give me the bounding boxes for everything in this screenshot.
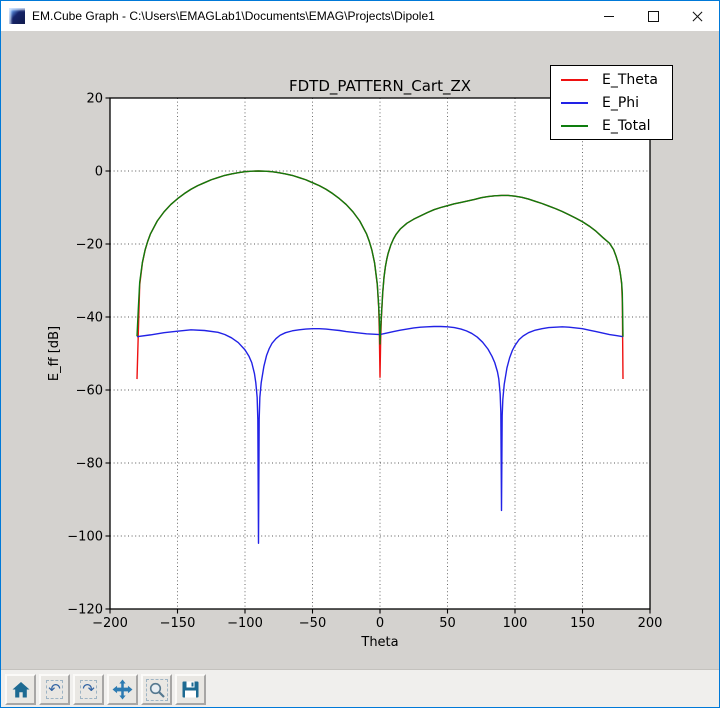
x-tick-label: −200 bbox=[92, 616, 128, 631]
zoom-button[interactable] bbox=[141, 674, 172, 705]
x-tick-label: 150 bbox=[570, 616, 595, 631]
app-icon bbox=[9, 8, 25, 24]
x-tick-label: 50 bbox=[439, 616, 456, 631]
legend-line-sample bbox=[561, 102, 588, 104]
back-button[interactable]: ↶ bbox=[39, 674, 70, 705]
y-tick-label: −100 bbox=[67, 530, 103, 545]
x-tick-label: −150 bbox=[160, 616, 196, 631]
pan-arrows-icon bbox=[112, 679, 133, 700]
toolbar: ↶↷ bbox=[1, 669, 720, 708]
home-icon bbox=[11, 680, 31, 700]
y-axis-label: E_ff [dB] bbox=[47, 326, 62, 381]
x-tick-label: 200 bbox=[638, 616, 663, 631]
y-tick-label: −60 bbox=[76, 384, 103, 399]
pan-button[interactable] bbox=[107, 674, 138, 705]
legend-label: E_Phi bbox=[602, 95, 639, 111]
legend-entry: E_Theta bbox=[551, 68, 672, 91]
maximize-icon bbox=[648, 11, 659, 22]
save-floppy-icon bbox=[181, 680, 200, 699]
save-button[interactable] bbox=[175, 674, 206, 705]
legend: E_Theta E_Phi E_Total bbox=[550, 65, 673, 140]
y-tick-label: 20 bbox=[86, 92, 103, 107]
chart-title: FDTD_PATTERN_Cart_ZX bbox=[289, 77, 471, 96]
close-button[interactable] bbox=[675, 1, 719, 31]
window-title: EM.Cube Graph - C:\Users\EMAGLab1\Docume… bbox=[32, 9, 587, 23]
figure-canvas: −200−150−100−50050100150200200−20−40−60−… bbox=[1, 31, 720, 669]
x-tick-label: 0 bbox=[376, 616, 384, 631]
close-icon bbox=[692, 11, 703, 22]
x-tick-label: −50 bbox=[299, 616, 326, 631]
home-button[interactable] bbox=[5, 674, 36, 705]
y-tick-label: −40 bbox=[76, 311, 103, 326]
y-tick-label: −80 bbox=[76, 457, 103, 472]
x-tick-label: 100 bbox=[503, 616, 528, 631]
forward-button[interactable]: ↷ bbox=[73, 674, 104, 705]
legend-line-sample bbox=[561, 125, 588, 127]
app-window: EM.Cube Graph - C:\Users\EMAGLab1\Docume… bbox=[0, 0, 720, 708]
legend-entry: E_Phi bbox=[551, 91, 672, 114]
legend-label: E_Total bbox=[602, 118, 651, 134]
minimize-icon bbox=[604, 16, 614, 17]
minimize-button[interactable] bbox=[587, 1, 631, 31]
window-controls bbox=[587, 1, 719, 31]
x-tick-label: −100 bbox=[227, 616, 263, 631]
x-axis-label: Theta bbox=[360, 635, 398, 650]
legend-label: E_Theta bbox=[602, 72, 658, 88]
zoom-magnifier-icon bbox=[146, 679, 168, 701]
y-tick-label: −120 bbox=[67, 603, 103, 618]
window-titlebar: EM.Cube Graph - C:\Users\EMAGLab1\Docume… bbox=[1, 1, 719, 31]
y-tick-label: 0 bbox=[95, 165, 103, 180]
back-arrow-icon: ↶ bbox=[46, 680, 63, 699]
forward-arrow-icon: ↷ bbox=[80, 680, 97, 699]
legend-entry: E_Total bbox=[551, 114, 672, 137]
y-tick-label: −20 bbox=[76, 238, 103, 253]
maximize-button[interactable] bbox=[631, 1, 675, 31]
legend-line-sample bbox=[561, 79, 588, 81]
